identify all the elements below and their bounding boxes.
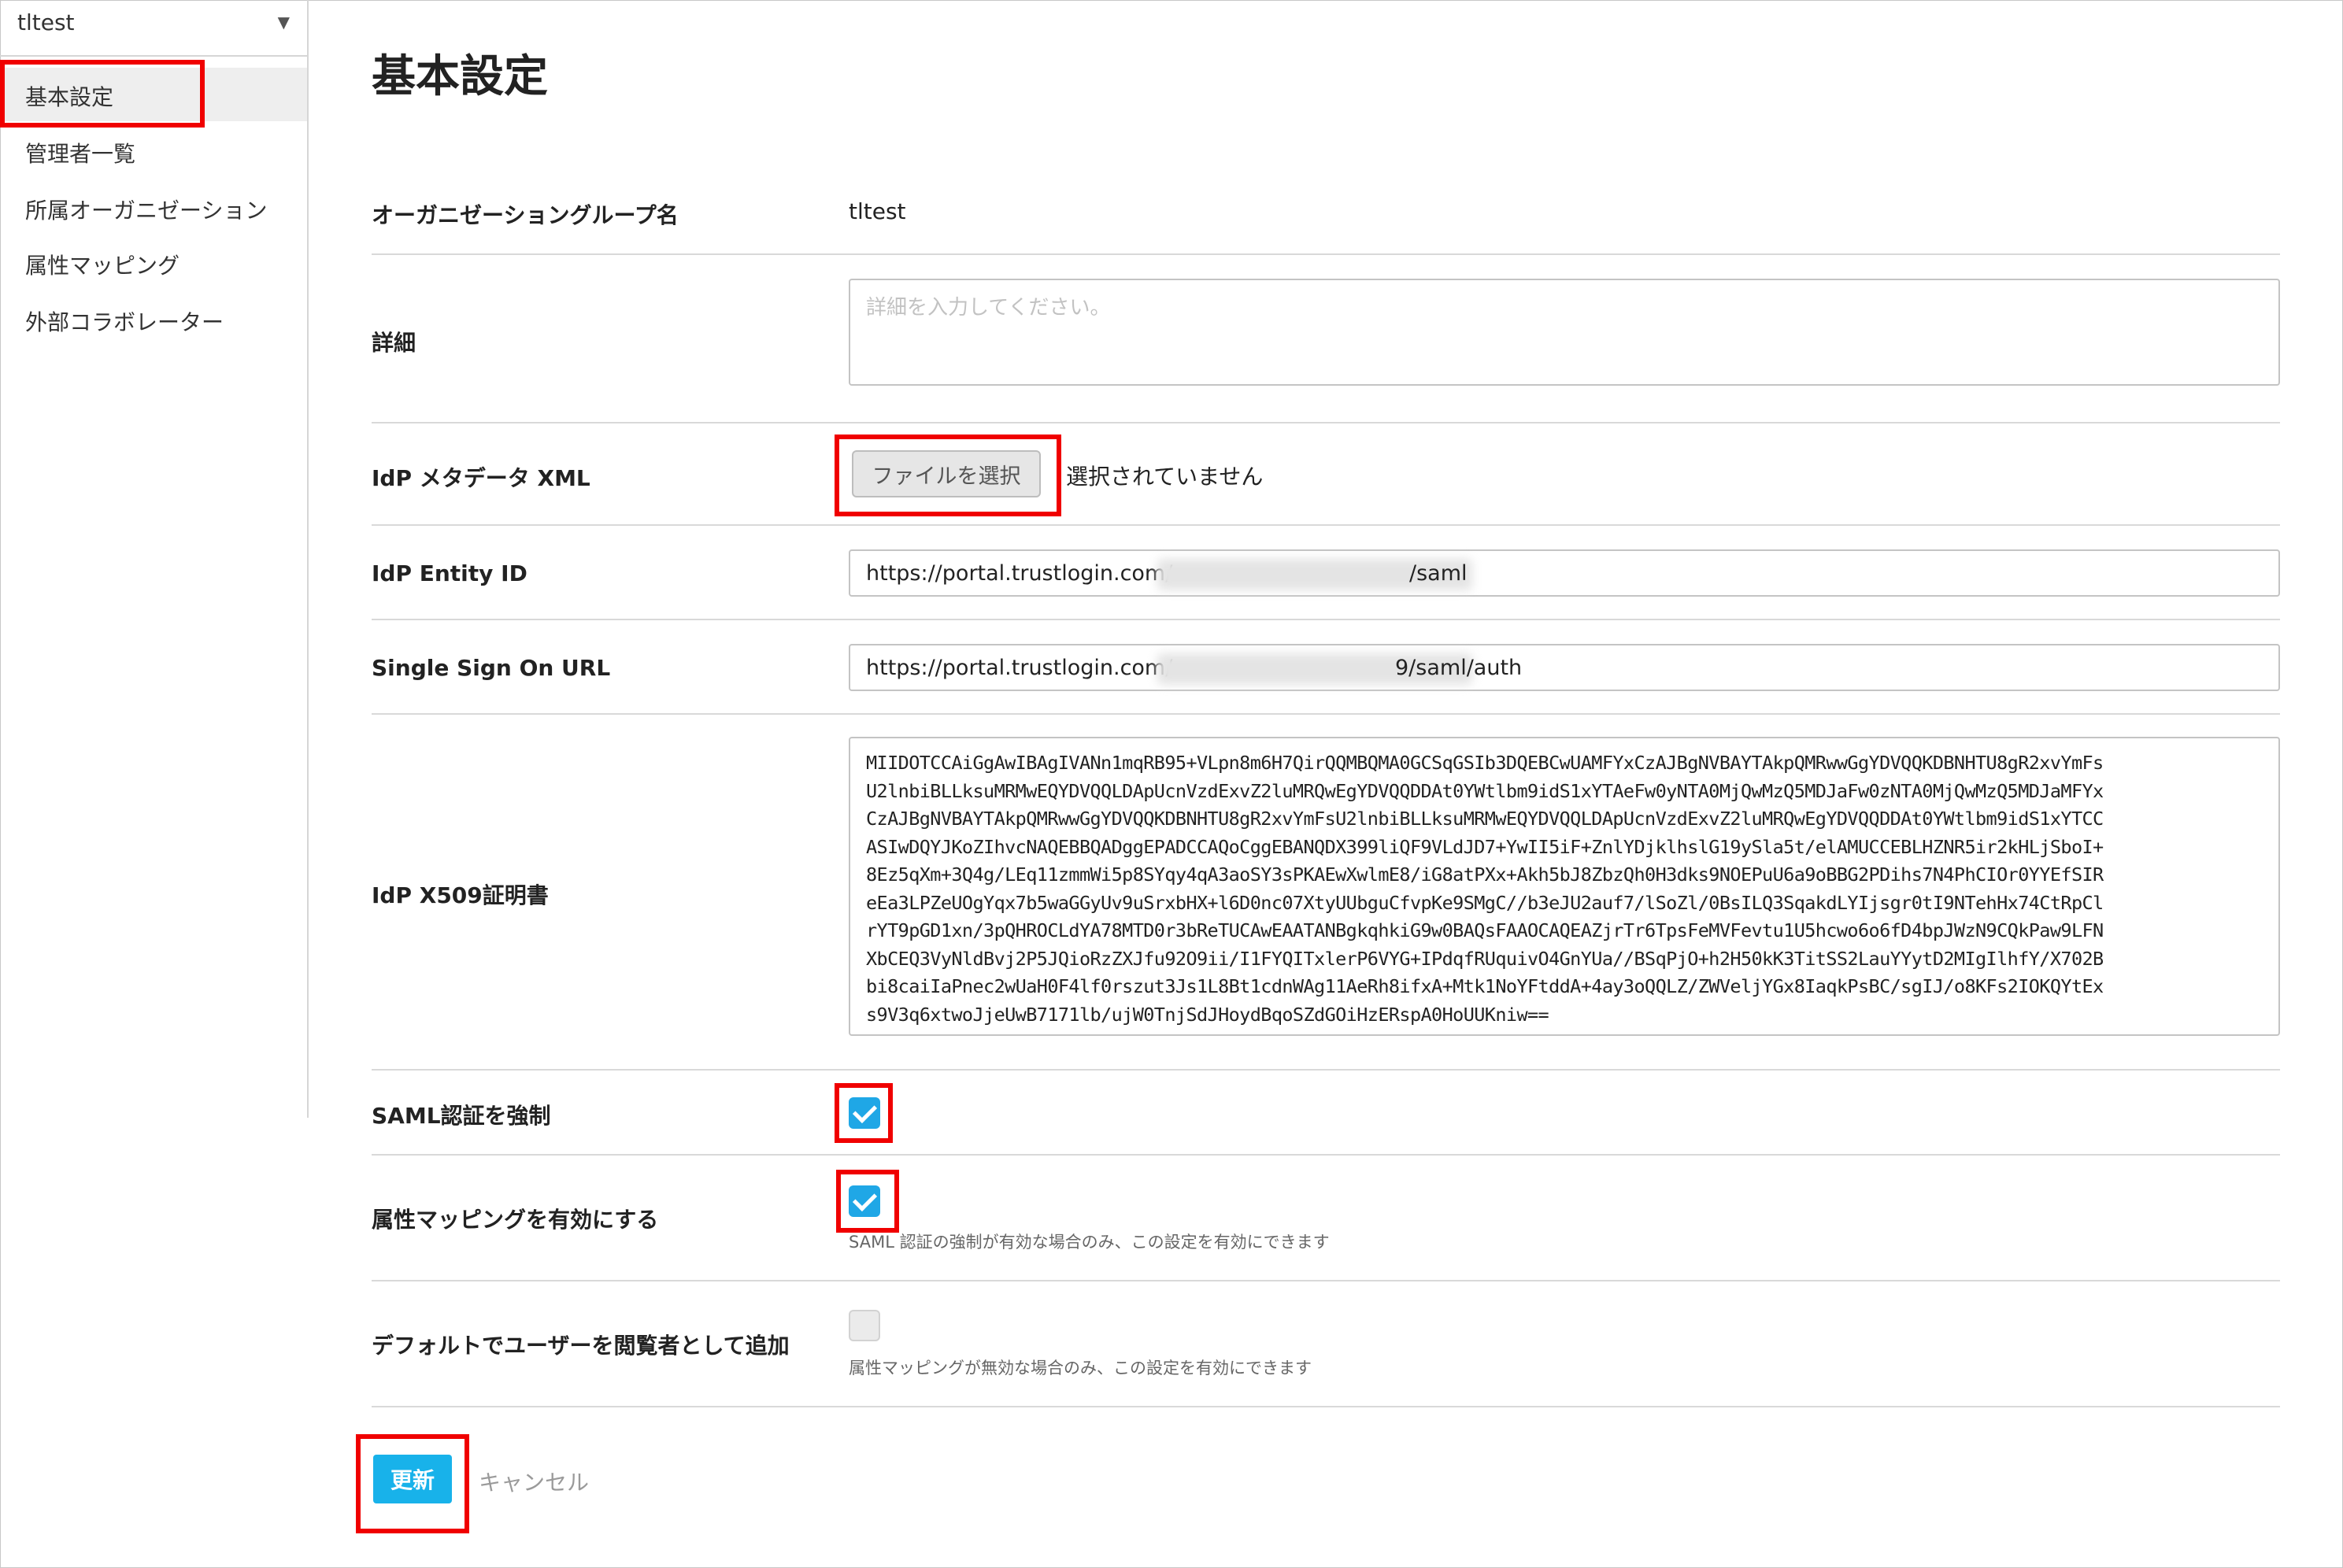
divider — [372, 524, 2280, 526]
cert-line: eEa3LPZeUOgYqx7b5waGGyUv9uSrxbHX+l6D0nc0… — [866, 891, 2104, 914]
x509-textarea[interactable]: MIIDOTCCAiGgAwIBAgIVANn1mqRB95+VLpn8m6H7… — [849, 737, 2280, 1036]
details-textarea[interactable] — [849, 279, 2280, 386]
highlight-box — [836, 1170, 899, 1233]
sidebar-item-attribute-mapping[interactable]: 属性マッピング — [0, 236, 307, 290]
sso-url-input[interactable]: https://portal.trustlogin.com/ 9/saml/au… — [849, 644, 2280, 691]
highlight-box — [356, 1434, 469, 1533]
details-label: 詳細 — [372, 330, 416, 356]
sidebar-item-label: 所属オーガニゼーション — [25, 198, 268, 224]
sidebar: tltest ▼ 基本設定 管理者一覧 所属オーガニゼーション 属性マッピング … — [0, 0, 309, 1118]
cert-line: MIIDOTCCAiGgAwIBAgIVANn1mqRB95+VLpn8m6H7… — [866, 752, 2104, 774]
divider — [372, 1069, 2280, 1071]
sidebar-item-label: 外部コラボレーター — [25, 309, 224, 335]
caret-down-icon: ▼ — [277, 13, 290, 31]
sidebar-item-organizations[interactable]: 所属オーガニゼーション — [0, 181, 307, 235]
org-group-value: tltest — [849, 198, 906, 224]
default-viewer-checkbox[interactable] — [849, 1310, 880, 1341]
divider — [372, 619, 2280, 620]
sso-url-label: Single Sign On URL — [372, 655, 611, 681]
page-title: 基本設定 — [372, 51, 548, 102]
divider — [372, 1406, 2280, 1407]
sso-url-suffix: 9/saml/auth — [1395, 656, 1523, 680]
org-group-label: オーガニゼーショングループ名 — [372, 202, 679, 228]
sidebar-item-label: 属性マッピング — [25, 253, 180, 279]
attr-mapping-label: 属性マッピングを有効にする — [372, 1207, 659, 1233]
idp-entity-id-prefix: https://portal.trustlogin.com/ — [866, 561, 1173, 586]
cert-line: s9V3q6xtwoJjeUwB7171lb/ujW0TnjSdJHoydBqo… — [866, 1003, 1549, 1026]
x509-label: IdP X509証明書 — [372, 882, 549, 908]
org-selector-label: tltest — [17, 9, 75, 35]
cert-line: XbCEQ3VyNldBvj2P5JQioRzZXJfu92O9ii/I1FYQ… — [866, 947, 2104, 970]
saml-force-label: SAML認証を強制 — [372, 1103, 551, 1129]
cert-line: U2lnbiBLLksuMRMwEQYDVQQLDApUcnVzdExvZ2lu… — [866, 779, 2104, 802]
idp-entity-id-label: IdP Entity ID — [372, 560, 527, 586]
divider — [372, 1154, 2280, 1156]
cert-line: CzAJBgNVBAYTAkpQMRwwGgYDVQQKDBNHTU8gR2xv… — [866, 808, 2104, 830]
cert-line: ASIwDQYJKoZIhvcNAQEBBQADggEPADCCAQoCggEB… — [866, 835, 2104, 858]
idp-entity-id-suffix: /saml — [1409, 561, 1468, 586]
org-selector[interactable]: tltest ▼ — [0, 0, 307, 57]
divider — [372, 253, 2280, 255]
file-status-text: 選択されていません — [1066, 464, 1264, 490]
cert-line: bi8caiIaPnec2wUaH0F4lf0rszut3Js1L8Bt1cdn… — [866, 975, 2104, 997]
sidebar-item-admins[interactable]: 管理者一覧 — [0, 124, 307, 178]
highlight-box — [835, 1083, 893, 1143]
idp-entity-id-input[interactable]: https://portal.trustlogin.com/ /saml — [849, 549, 2280, 597]
cancel-link[interactable]: キャンセル — [479, 1466, 589, 1497]
sidebar-item-label: 管理者一覧 — [25, 141, 136, 167]
attr-mapping-help: SAML 認証の強制が有効な場合のみ、この設定を有効にできます — [849, 1233, 1330, 1252]
default-viewer-help: 属性マッピングが無効な場合のみ、この設定を有効にできます — [849, 1359, 1312, 1378]
cert-line: 8Ez5qXm+3Q4g/LEq11zmmWi5p8SYqy4qA3aoSY3s… — [866, 864, 2104, 886]
sso-url-prefix: https://portal.trustlogin.com/ — [866, 656, 1173, 680]
divider — [372, 713, 2280, 715]
highlight-box — [835, 435, 1061, 516]
cert-line: rYT9pGD1xn/3pQHROCLdYA78MTD0r3bReTUCAwEA… — [866, 919, 2104, 941]
highlight-box — [0, 60, 205, 128]
sidebar-item-external-collaborators[interactable]: 外部コラボレーター — [0, 293, 307, 346]
divider — [372, 422, 2280, 423]
idp-metadata-label: IdP メタデータ XML — [372, 465, 590, 491]
default-viewer-label: デフォルトでユーザーを閲覧者として追加 — [372, 1333, 790, 1359]
divider — [372, 1280, 2280, 1281]
